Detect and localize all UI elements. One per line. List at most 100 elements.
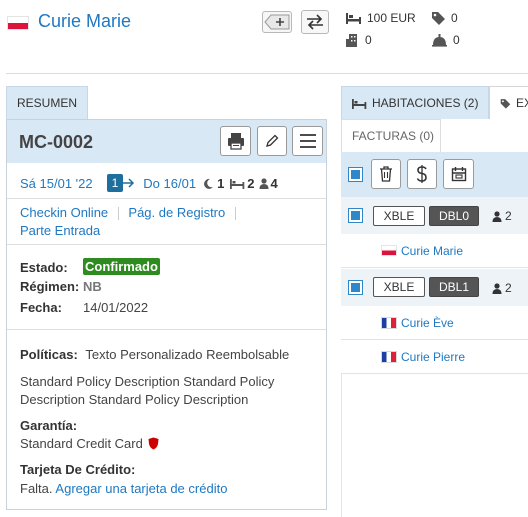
calendar-button[interactable] [443, 159, 474, 189]
select-all-checkbox[interactable] [348, 167, 363, 182]
fecha-label: Fecha: [20, 300, 62, 315]
notes-stat: 0 [431, 33, 460, 47]
room-checkbox[interactable] [348, 208, 363, 223]
calendar-icon [451, 167, 466, 182]
summary-panel: MC-0002 Sá 15/01 '22 1 Do 16/01 1 2 4 Ch… [6, 119, 327, 510]
room-guest-count: 2 [505, 209, 512, 223]
pag-registro-link[interactable]: Pág. de Registro [128, 205, 225, 220]
delete-button[interactable] [371, 159, 401, 189]
edit-button[interactable] [257, 126, 287, 156]
room-guest-count: 2 [505, 281, 512, 295]
dates-row: Sá 15/01 '22 1 Do 16/01 1 2 4 [20, 174, 278, 192]
moon-count: 1 [217, 175, 225, 191]
estado-label: Estado: [20, 260, 68, 275]
menu-button[interactable] [292, 126, 323, 156]
room-type-tag: XBLE [373, 277, 425, 297]
room-checkbox[interactable] [348, 280, 363, 295]
hamburger-menu-icon [299, 134, 316, 148]
person-icon [492, 210, 502, 222]
swap-arrows-icon [307, 14, 323, 30]
moon-icon [204, 178, 214, 189]
room-type-tag: XBLE [373, 206, 425, 226]
regimen-value: NB [83, 279, 102, 294]
guest-name[interactable]: Curie Marie [38, 11, 131, 32]
notes-count: 0 [453, 33, 460, 47]
policy-description: Standard Policy Description Standard Pol… [20, 374, 275, 407]
room-guests: 2 [492, 209, 512, 223]
guest-row: Curie Ève [341, 306, 528, 340]
room-code-tag[interactable]: DBL0 [429, 206, 479, 226]
beds-info: 2 [230, 175, 255, 191]
details-divider [7, 329, 326, 330]
tab-extras[interactable]: EX [489, 86, 528, 119]
person-count: 4 [270, 175, 278, 191]
tab-habitaciones[interactable]: HABITACIONES (2) [341, 86, 489, 119]
arrow-right-icon [123, 178, 135, 188]
checkout-date[interactable]: Do 16/01 [143, 176, 196, 191]
bed-count: 2 [247, 175, 255, 191]
garantia-label: Garantía: [20, 418, 78, 433]
parte-entrada-link[interactable]: Parte Entrada [20, 223, 100, 238]
printer-icon [227, 133, 244, 150]
tarjeta-row: Falta. Agregar una tarjeta de crédito [20, 481, 227, 496]
add-credit-card-link[interactable]: Agregar una tarjeta de crédito [55, 481, 227, 496]
trash-icon [380, 166, 392, 182]
tarjeta-label: Tarjeta De Crédito: [20, 462, 136, 477]
tag-icon [500, 98, 511, 109]
reservation-links: Checkin Online Pág. de Registro Parte En… [20, 204, 242, 240]
nights-count: 1 [106, 174, 124, 192]
pencil-icon [266, 134, 279, 147]
bell-service-icon [432, 34, 447, 47]
france-flag-icon [381, 316, 397, 329]
charge-button[interactable] [407, 159, 437, 189]
tab-resumen[interactable]: RESUMEN [6, 86, 88, 119]
dollar-icon [416, 165, 427, 183]
politicas-label: Políticas: [20, 347, 78, 362]
header-divider [6, 73, 528, 74]
checkin-online-link[interactable]: Checkin Online [20, 205, 108, 220]
person-icon [492, 282, 502, 294]
guest-name-link[interactable]: Curie Pierre [401, 350, 465, 364]
room-row: XBLE DBL0 2 [341, 197, 528, 234]
poland-flag-icon [7, 16, 29, 30]
checkin-date[interactable]: Sá 15/01 '22 [20, 176, 93, 191]
summary-header: MC-0002 [7, 120, 326, 163]
status-badge: Confirmado [83, 258, 160, 275]
regimen-label: Régimen: [20, 279, 80, 294]
guest-row: Curie Pierre [341, 340, 528, 374]
tab-facturas[interactable]: FACTURAS (0) [341, 119, 441, 152]
print-button[interactable] [220, 126, 251, 156]
tag-plus-icon [264, 14, 290, 30]
tag-icon [432, 12, 445, 25]
link-separator [117, 207, 119, 221]
garantia-row: Standard Credit Card [20, 436, 159, 451]
politicas-value: Texto Personalizado Reembolsable [85, 347, 290, 362]
reservation-code: MC-0002 [19, 132, 94, 152]
persons-info: 4 [259, 176, 278, 191]
link-separator [234, 207, 236, 221]
rooms-stat: 0 [345, 33, 372, 47]
shield-icon [148, 437, 159, 450]
rooms-count: 0 [365, 33, 372, 47]
add-tag-button[interactable] [262, 11, 292, 33]
bed-icon [352, 98, 367, 109]
france-flag-icon [381, 350, 397, 363]
tarjeta-missing: Falta. [20, 481, 53, 496]
poland-flag-icon [381, 245, 397, 256]
tab-habitaciones-label: HABITACIONES (2) [372, 96, 479, 110]
person-icon [259, 177, 269, 189]
politicas-row: Políticas: Texto Personalizado Reembolsa… [20, 347, 289, 362]
garantia-value: Standard Credit Card [20, 436, 143, 451]
room-code-tag[interactable]: DBL1 [429, 277, 479, 297]
building-icon [346, 34, 357, 47]
guest-name-link[interactable]: Curie Ève [401, 316, 454, 330]
rooms-action-bar [341, 152, 528, 197]
swap-button[interactable] [301, 10, 329, 34]
nights-indicator: 1 [106, 174, 136, 192]
guest-name-link[interactable]: Curie Marie [401, 244, 463, 258]
fecha-value: 14/01/2022 [83, 300, 149, 315]
guest-row: Curie Marie [341, 234, 528, 268]
tab-extras-label: EX [516, 96, 528, 110]
amount-stat: 100 EUR [345, 11, 416, 25]
bed-icon [346, 12, 361, 24]
